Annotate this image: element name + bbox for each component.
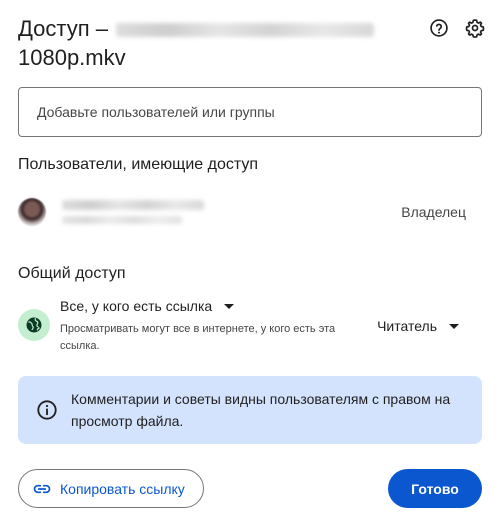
people-with-access-heading: Пользователи, имеющие доступ (18, 156, 259, 173)
redacted-filename (115, 22, 374, 37)
copy-link-button[interactable]: Копировать ссылку (18, 469, 204, 508)
title-filename-suffix: 1080p.mkv (18, 45, 126, 70)
dialog-title: Доступ – 1080p.mkv (18, 14, 408, 72)
globe-icon (18, 309, 50, 341)
help-icon[interactable] (428, 17, 450, 39)
add-people-input[interactable] (18, 87, 482, 137)
general-access-heading: Общий доступ (18, 265, 126, 282)
user-row: Владелец (18, 198, 482, 226)
copy-link-label: Копировать ссылку (60, 480, 185, 497)
avatar (18, 198, 46, 226)
user-role-label: Владелец (401, 204, 466, 220)
info-icon (37, 400, 57, 420)
role-dropdown[interactable]: Читатель (377, 318, 459, 334)
gear-icon[interactable] (464, 17, 486, 39)
info-text: Комментарии и советы видны пользователям… (71, 391, 451, 429)
general-access-row: Все, у кого есть ссылка Просматривать мо… (18, 298, 482, 355)
general-access-description: Просматривать могут все в интернете, у к… (60, 323, 336, 352)
general-access-dropdown[interactable]: Все, у кого есть ссылка (60, 298, 360, 314)
redacted-user-info (62, 200, 204, 224)
header-actions (428, 17, 486, 39)
done-button[interactable]: Готово (388, 469, 482, 508)
chevron-down-icon (224, 303, 235, 309)
title-prefix: Доступ – (18, 16, 108, 41)
role-selected: Читатель (377, 318, 437, 334)
info-banner: Комментарии и советы видны пользователям… (18, 376, 482, 444)
general-access-selected: Все, у кого есть ссылка (60, 298, 213, 314)
link-icon (33, 484, 51, 493)
chevron-down-icon (449, 323, 459, 329)
